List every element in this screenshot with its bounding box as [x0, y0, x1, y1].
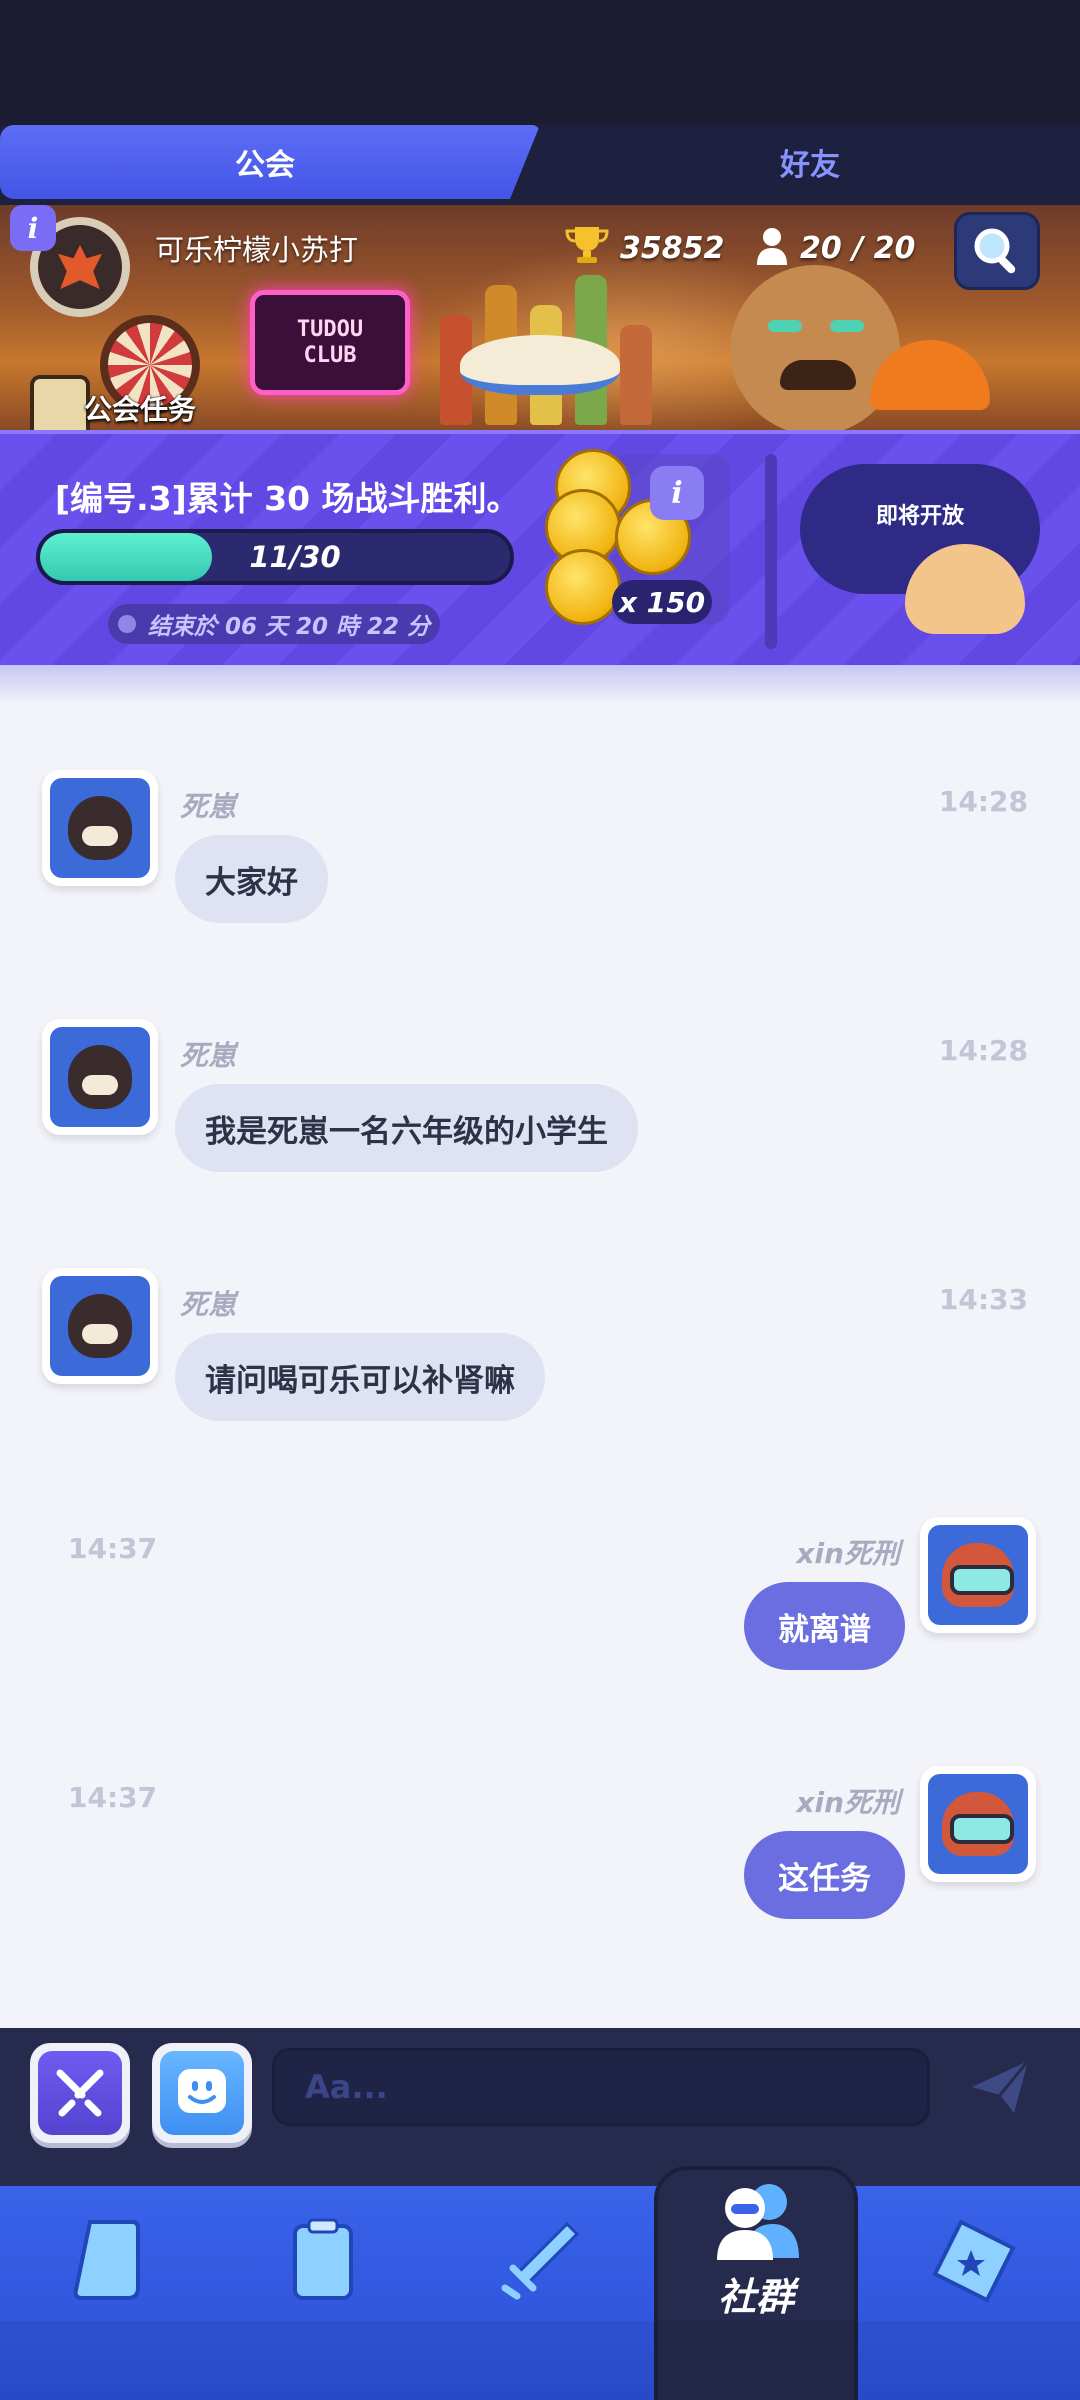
avatar[interactable]: [42, 1019, 158, 1135]
send-icon: [972, 2060, 1030, 2113]
card-icon: [73, 2220, 140, 2300]
info-icon[interactable]: i: [10, 205, 56, 251]
tab-friends-label: 好友: [780, 148, 840, 183]
guild-member-count: 20 / 20: [800, 231, 916, 266]
avatar[interactable]: [920, 1766, 1036, 1882]
smiley-icon: [178, 2069, 226, 2113]
nav-community-label: 社群: [717, 2275, 794, 2319]
neon-sign-line-1: TUDOU: [296, 316, 364, 342]
chat-message: 死崽 14:33 请问喝可乐可以补肾嘛: [0, 1263, 1080, 1463]
message-time: 14:37: [68, 1532, 158, 1565]
chat-message-input[interactable]: [272, 2048, 930, 2126]
chat-input-bar: [0, 2028, 1080, 2190]
message-sender: 死崽: [180, 790, 237, 823]
status-bar: [0, 0, 1080, 125]
avatar[interactable]: [42, 1268, 158, 1384]
flame-icon: [58, 245, 102, 289]
message-time: 14:28: [938, 1034, 1028, 1067]
guild-quest-panel: [编号.3]累计 30 场战斗胜利。 11/30 结束於 06 天 20 時 2…: [0, 430, 1080, 665]
guild-quest-label: 公会任务: [84, 393, 197, 426]
bottom-nav: 社群: [0, 2166, 1080, 2400]
tab-guild[interactable]: 公会: [0, 125, 540, 199]
hat-decoration: [460, 335, 620, 395]
neon-sign-decoration: TUDOU CLUB: [250, 290, 410, 395]
message-bubble[interactable]: 大家好: [175, 835, 328, 923]
chat-message: 14:37 xin死刑 就离谱: [0, 1512, 1080, 1712]
nav-community[interactable]: 社群: [654, 2166, 858, 2400]
quick-skill-button[interactable]: [30, 2043, 130, 2143]
avatar[interactable]: [920, 1517, 1036, 1633]
reward-quantity: x 150: [612, 580, 712, 624]
message-time: 14:37: [68, 1781, 158, 1814]
search-button[interactable]: [954, 212, 1040, 290]
quest-title: [编号.3]累计 30 场战斗胜利。: [55, 479, 520, 518]
message-sender: xin死刑: [796, 1786, 900, 1819]
quest-deadline: 结束於 06 天 20 時 22 分: [108, 604, 440, 644]
quest-panel-shadow: [0, 665, 1080, 705]
chat-message: 死崽 14:28 大家好: [0, 765, 1080, 965]
nav-battle[interactable]: [470, 2206, 610, 2316]
emoji-button[interactable]: [152, 2043, 252, 2143]
quest-progress-bar: 11/30: [36, 529, 514, 585]
battle-icon: [501, 2221, 580, 2300]
swords-icon: [56, 2069, 104, 2117]
quest-progress-text: 11/30: [249, 540, 341, 574]
ticket-icon: [932, 2219, 1016, 2303]
nav-cards[interactable]: [36, 2206, 176, 2316]
tab-friends[interactable]: 好友: [540, 125, 1080, 199]
guild-banner: TUDOU CLUB i 可乐柠檬小苏打 35852 20 / 20 公会任务: [0, 205, 1080, 430]
message-bubble[interactable]: 这任务: [744, 1831, 905, 1919]
community-icon: [717, 2184, 799, 2260]
deck-icon: [293, 2218, 353, 2300]
trophy-icon: [565, 227, 609, 263]
nav-pass[interactable]: [904, 2206, 1044, 2316]
avatar[interactable]: [42, 770, 158, 886]
message-sender: xin死刑: [796, 1537, 900, 1570]
message-bubble[interactable]: 请问喝可乐可以补肾嘛: [175, 1333, 545, 1421]
clock-icon: [117, 615, 136, 633]
message-sender: 死崽: [180, 1288, 237, 1321]
quest-divider: [765, 454, 777, 649]
member-icon: [757, 228, 787, 265]
tab-bar: 公会 好友: [0, 125, 1080, 205]
quest-deadline-text: 结束於 06 天 20 時 22 分: [147, 614, 431, 640]
reward-info-icon[interactable]: i: [650, 466, 704, 520]
app-root: 公会 好友 TUDOU CLUB i 可乐柠檬小苏打 35852 20 / 20…: [0, 0, 1080, 2400]
neon-sign-line-2: CLUB: [303, 342, 357, 368]
nav-deck[interactable]: [253, 2206, 393, 2316]
tab-guild-label: 公会: [235, 148, 295, 183]
chat-message: 14:37 xin死刑 这任务: [0, 1761, 1080, 1961]
guild-trophies: 35852: [620, 231, 725, 266]
guild-quest-tag: 公会任务: [30, 375, 196, 430]
chat-message: 死崽 14:28 我是死崽一名六年级的小学生: [0, 1014, 1080, 1214]
coming-soon-label: 即将开放: [875, 504, 964, 529]
guild-name: 可乐柠檬小苏打: [155, 233, 359, 267]
message-time: 14:33: [938, 1283, 1028, 1316]
message-time: 14:28: [938, 785, 1028, 818]
search-icon: [974, 228, 1016, 274]
message-bubble[interactable]: 就离谱: [744, 1582, 905, 1670]
message-bubble[interactable]: 我是死崽一名六年级的小学生: [175, 1084, 638, 1172]
chat-area[interactable]: 死崽 14:28 大家好 死崽 14:28 我是死崽一名六年级的小学生 死崽 1…: [0, 665, 1080, 2028]
message-sender: 死崽: [180, 1039, 237, 1072]
scroll-icon: [30, 375, 90, 430]
send-button[interactable]: [960, 2048, 1040, 2126]
